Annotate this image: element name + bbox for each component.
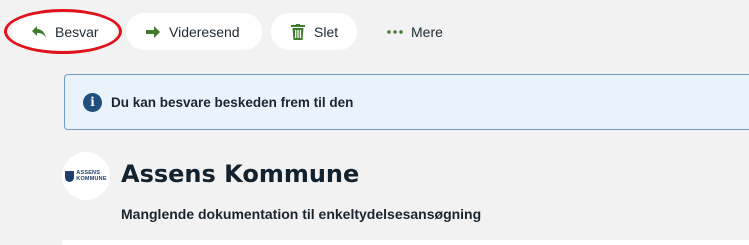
more-label: Mere — [411, 23, 443, 40]
forward-button[interactable]: Videresend — [126, 13, 262, 50]
forward-label: Videresend — [169, 23, 240, 40]
message-toolbar: Besvar Videresend Slet Mere — [0, 0, 749, 64]
logo-text: ASSENS KOMMUNE — [76, 170, 107, 182]
info-icon: i — [83, 92, 102, 112]
trash-icon — [289, 23, 307, 41]
more-button[interactable]: Mere — [368, 13, 458, 50]
shield-icon — [65, 170, 75, 182]
more-dots-icon — [386, 23, 404, 41]
assens-logo: ASSENS KOMMUNE — [65, 170, 107, 182]
info-message: Du kan besvare beskeden frem til den — [111, 94, 354, 110]
forward-arrow-icon — [144, 23, 162, 41]
sender-avatar: ASSENS KOMMUNE — [62, 152, 110, 200]
message-subject: Manglende dokumentation til enkeltydelse… — [121, 206, 482, 222]
delete-button[interactable]: Slet — [271, 13, 357, 50]
delete-label: Slet — [314, 23, 339, 40]
sender-name: Assens Kommune — [121, 160, 360, 188]
info-banner: i Du kan besvare beskeden frem til den — [64, 74, 749, 130]
reply-highlight-circle — [4, 9, 122, 54]
message-body-card — [62, 240, 749, 245]
